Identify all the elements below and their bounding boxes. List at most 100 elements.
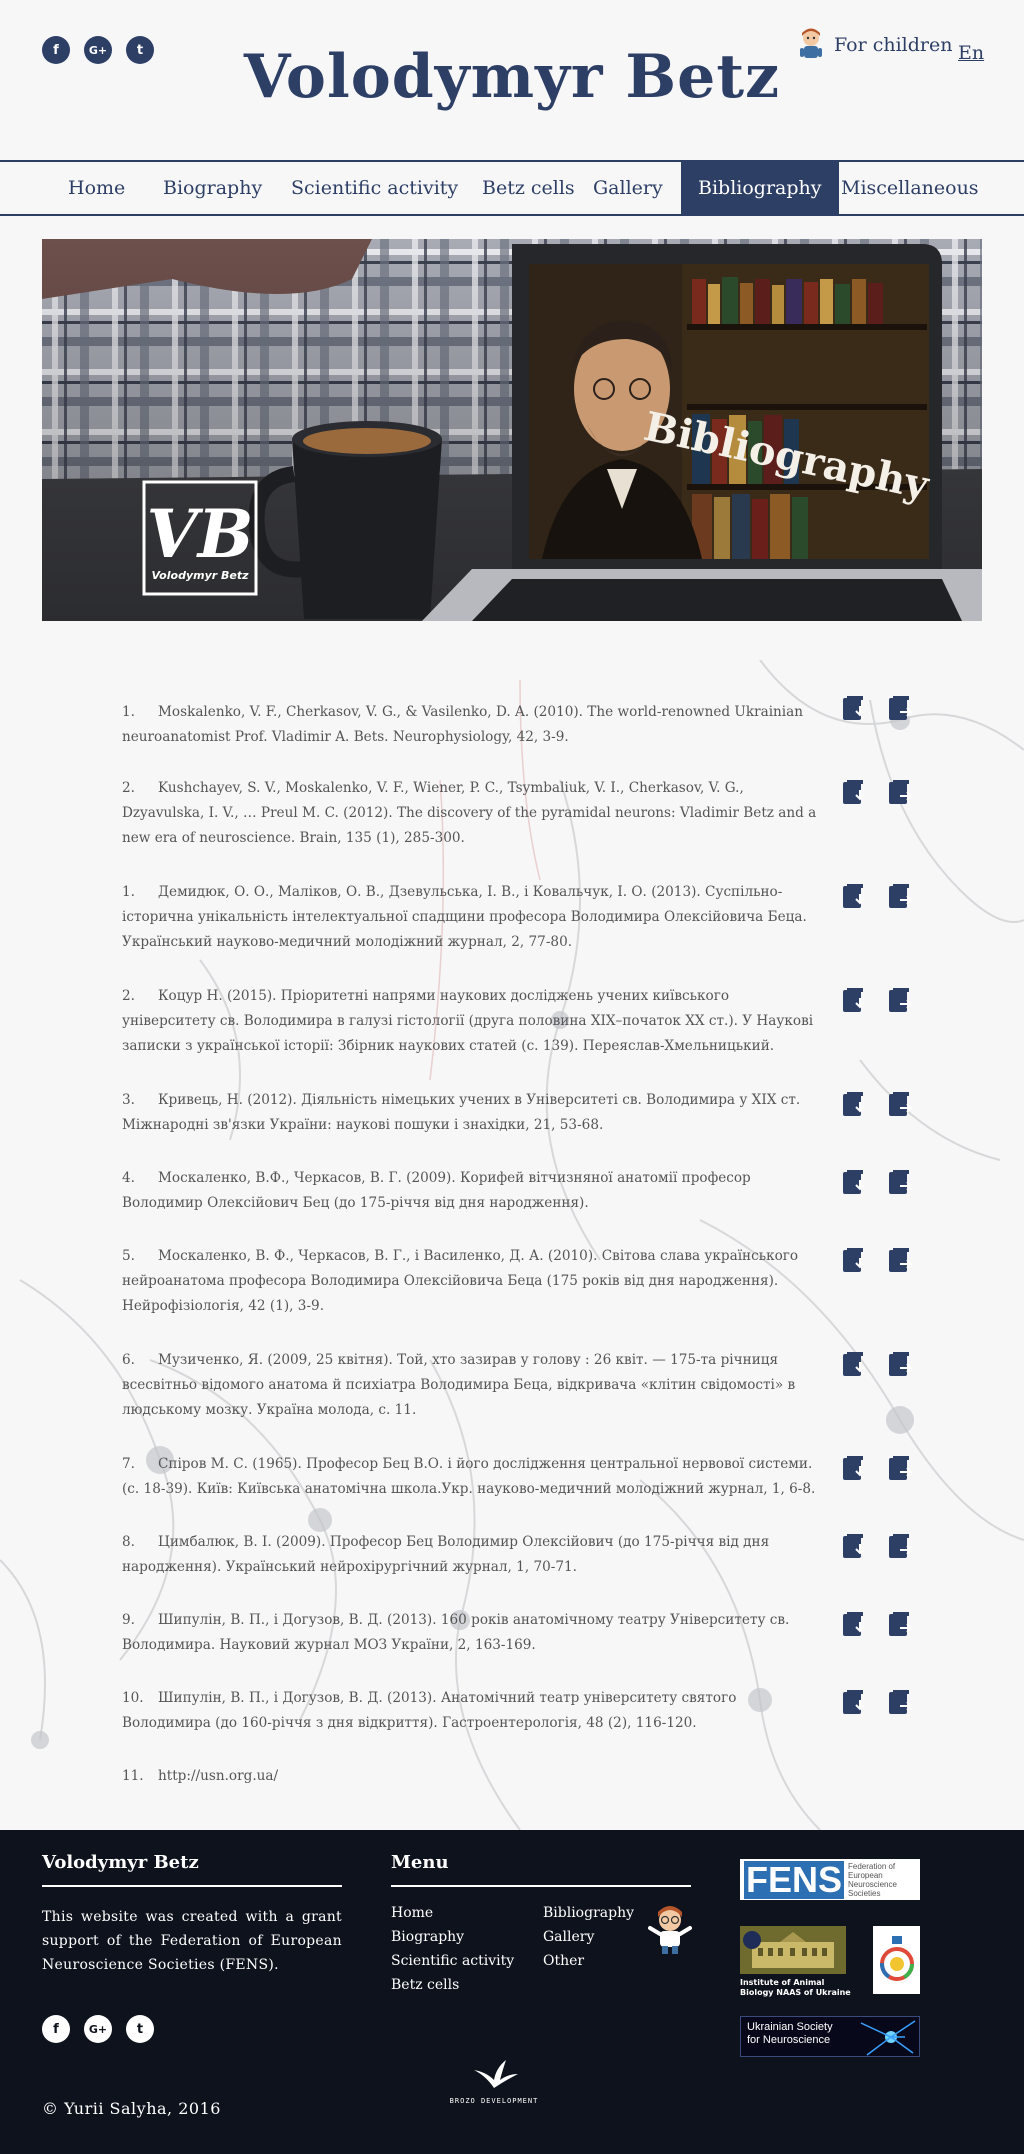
nav-scientific-activity[interactable]: Scientific activity — [291, 162, 458, 214]
item-number: 4. — [122, 1170, 135, 1186]
bibliography-item: 3. Кривець, Н. (2012). Діяльність німецьк… — [122, 1088, 822, 1138]
item-actions — [840, 1350, 914, 1378]
developer-logo-icon — [474, 2060, 518, 2088]
item-text: Спіров М. С. (1965). Професор Бец В.О. і… — [122, 1456, 816, 1497]
download-document-icon[interactable] — [840, 1532, 868, 1560]
open-document-icon[interactable] — [886, 1090, 914, 1118]
bibliography-section: 1. Moskalenko, V. F., Cherkasov, V. G., &… — [0, 660, 1024, 1830]
vb-logo: VB — [147, 495, 254, 573]
item-actions — [840, 778, 914, 806]
bibliography-item: 9. Шипулін, В. П., і Догузов, В. Д. (2013… — [122, 1608, 822, 1658]
footer-link-scientific-activity[interactable]: Scientific activity — [391, 1953, 514, 1969]
footer-divider — [391, 1885, 691, 1887]
download-document-icon[interactable] — [840, 1350, 868, 1378]
fens-name-line: Neuroscience — [848, 1879, 897, 1889]
open-document-icon[interactable] — [886, 694, 914, 722]
footer-link-betz-cells[interactable]: Betz cells — [391, 1977, 459, 1993]
site-footer: Volodymyr Betz This website was created … — [0, 1830, 1024, 2154]
item-text: Шипулін, В. П., і Догузов, В. Д. (2013).… — [122, 1612, 790, 1653]
google-plus-icon[interactable]: G+ — [84, 2015, 112, 2043]
download-document-icon[interactable] — [840, 1246, 868, 1274]
footer-link-gallery[interactable]: Gallery — [543, 1929, 594, 1945]
item-text: Музиченко, Я. (2009, 25 квітня). Той, хт… — [122, 1352, 796, 1418]
main-navigation: Home Biography Scientific activity Betz … — [0, 160, 1024, 216]
download-document-icon[interactable] — [840, 694, 868, 722]
bibliography-item: 6. Музиченко, Я. (2009, 25 квітня). Той, … — [122, 1348, 822, 1423]
item-actions — [840, 1454, 914, 1482]
open-document-icon[interactable] — [886, 986, 914, 1014]
external-link[interactable]: http://usn.org.ua/ — [158, 1768, 278, 1784]
open-document-icon[interactable] — [886, 1454, 914, 1482]
nav-home[interactable]: Home — [68, 162, 125, 214]
item-number: 5. — [122, 1248, 135, 1264]
download-document-icon[interactable] — [840, 1454, 868, 1482]
open-document-icon[interactable] — [886, 1532, 914, 1560]
language-switch[interactable]: En — [958, 42, 984, 64]
twitter-icon[interactable]: t — [126, 2015, 154, 2043]
fens-logo[interactable]: FENS Federation of European Neuroscience… — [740, 1859, 920, 1900]
item-number: 11. — [122, 1768, 144, 1784]
footer-link-bibliography[interactable]: Bibliography — [543, 1905, 634, 1921]
bibliography-item: 1. Демидюк, О. О., Маліков, О. В., Дзевул… — [122, 880, 822, 955]
bibliography-item: 2. Kushchayev, S. V., Moskalenko, V. F., … — [122, 776, 822, 851]
institute-name-line: Institute of Animal — [740, 1978, 825, 1987]
footer-link-home[interactable]: Home — [391, 1905, 433, 1921]
nav-betz-cells[interactable]: Betz cells — [482, 162, 575, 214]
download-document-icon[interactable] — [840, 986, 868, 1014]
item-text: Демидюк, О. О., Маліков, О. В., Дзевульс… — [122, 884, 807, 950]
item-actions — [840, 882, 914, 910]
footer-link-biography[interactable]: Biography — [391, 1929, 464, 1945]
item-text: Москаленко, В. Ф., Черкасов, В. Г., і Ва… — [122, 1248, 799, 1314]
open-document-icon[interactable] — [886, 882, 914, 910]
institute-logo[interactable] — [740, 1926, 846, 1974]
item-actions — [840, 986, 914, 1014]
item-actions — [840, 1688, 914, 1716]
fens-name-line: Federation of — [848, 1861, 896, 1871]
item-number: 10. — [122, 1690, 144, 1706]
neuron-glow-icon — [860, 2020, 916, 2056]
child-avatar-icon — [800, 28, 822, 58]
developer-name: BROZO DEVELOPMENT — [449, 2097, 539, 2105]
open-document-icon[interactable] — [886, 1688, 914, 1716]
institute-building-icon — [743, 1931, 834, 1968]
item-number: 1. — [122, 884, 135, 900]
download-document-icon[interactable] — [840, 1688, 868, 1716]
item-number: 1. — [122, 704, 135, 720]
download-document-icon[interactable] — [840, 778, 868, 806]
facebook-icon[interactable]: f — [42, 2015, 70, 2043]
bibliography-item: 2. Коцур Н. (2015). Пріоритетні напрями н… — [122, 984, 822, 1059]
nav-gallery[interactable]: Gallery — [593, 162, 663, 214]
download-document-icon[interactable] — [840, 1610, 868, 1638]
item-text: Коцур Н. (2015). Пріоритетні напрями нау… — [122, 988, 814, 1054]
download-document-icon[interactable] — [840, 1168, 868, 1196]
bibliography-item: 5. Москаленко, В. Ф., Черкасов, В. Г., і … — [122, 1244, 822, 1319]
academy-emblem[interactable] — [873, 1926, 920, 1994]
footer-about-title: Volodymyr Betz — [42, 1852, 199, 1873]
item-actions — [840, 1610, 914, 1638]
open-document-icon[interactable] — [886, 1168, 914, 1196]
footer-link-other[interactable]: Other — [543, 1953, 584, 1969]
bibliography-item: 11. http://usn.org.ua/ — [122, 1764, 822, 1789]
open-document-icon[interactable] — [886, 1246, 914, 1274]
open-document-icon[interactable] — [886, 1350, 914, 1378]
emblem-icon — [879, 1936, 914, 1981]
nav-biography[interactable]: Biography — [163, 162, 262, 214]
footer-menu-title: Menu — [391, 1852, 449, 1873]
download-document-icon[interactable] — [840, 882, 868, 910]
open-document-icon[interactable] — [886, 778, 914, 806]
vb-logo-caption: Volodymyr Betz — [151, 569, 249, 582]
download-document-icon[interactable] — [840, 1090, 868, 1118]
institute-name-line: Biology NAAS of Ukraine — [740, 1988, 851, 1997]
item-text: Шипулін, В. П., і Догузов, В. Д. (2013).… — [122, 1690, 737, 1731]
for-children-link[interactable]: For children — [796, 28, 952, 62]
usn-logo[interactable]: Ukrainian Society for Neuroscience — [740, 2016, 920, 2057]
nav-miscellaneous[interactable]: Miscellaneous — [841, 162, 979, 214]
footer-social-links: f G+ t — [42, 2015, 154, 2043]
item-actions — [840, 1246, 914, 1274]
bibliography-item: 4. Москаленко, В.Ф., Черкасов, В. Г. (200… — [122, 1166, 822, 1216]
item-number: 2. — [122, 988, 135, 1004]
open-document-icon[interactable] — [886, 1610, 914, 1638]
child-avatar-icon[interactable] — [648, 1906, 692, 1954]
nav-bibliography[interactable]: Bibliography — [681, 162, 839, 214]
footer-divider — [42, 1885, 342, 1887]
